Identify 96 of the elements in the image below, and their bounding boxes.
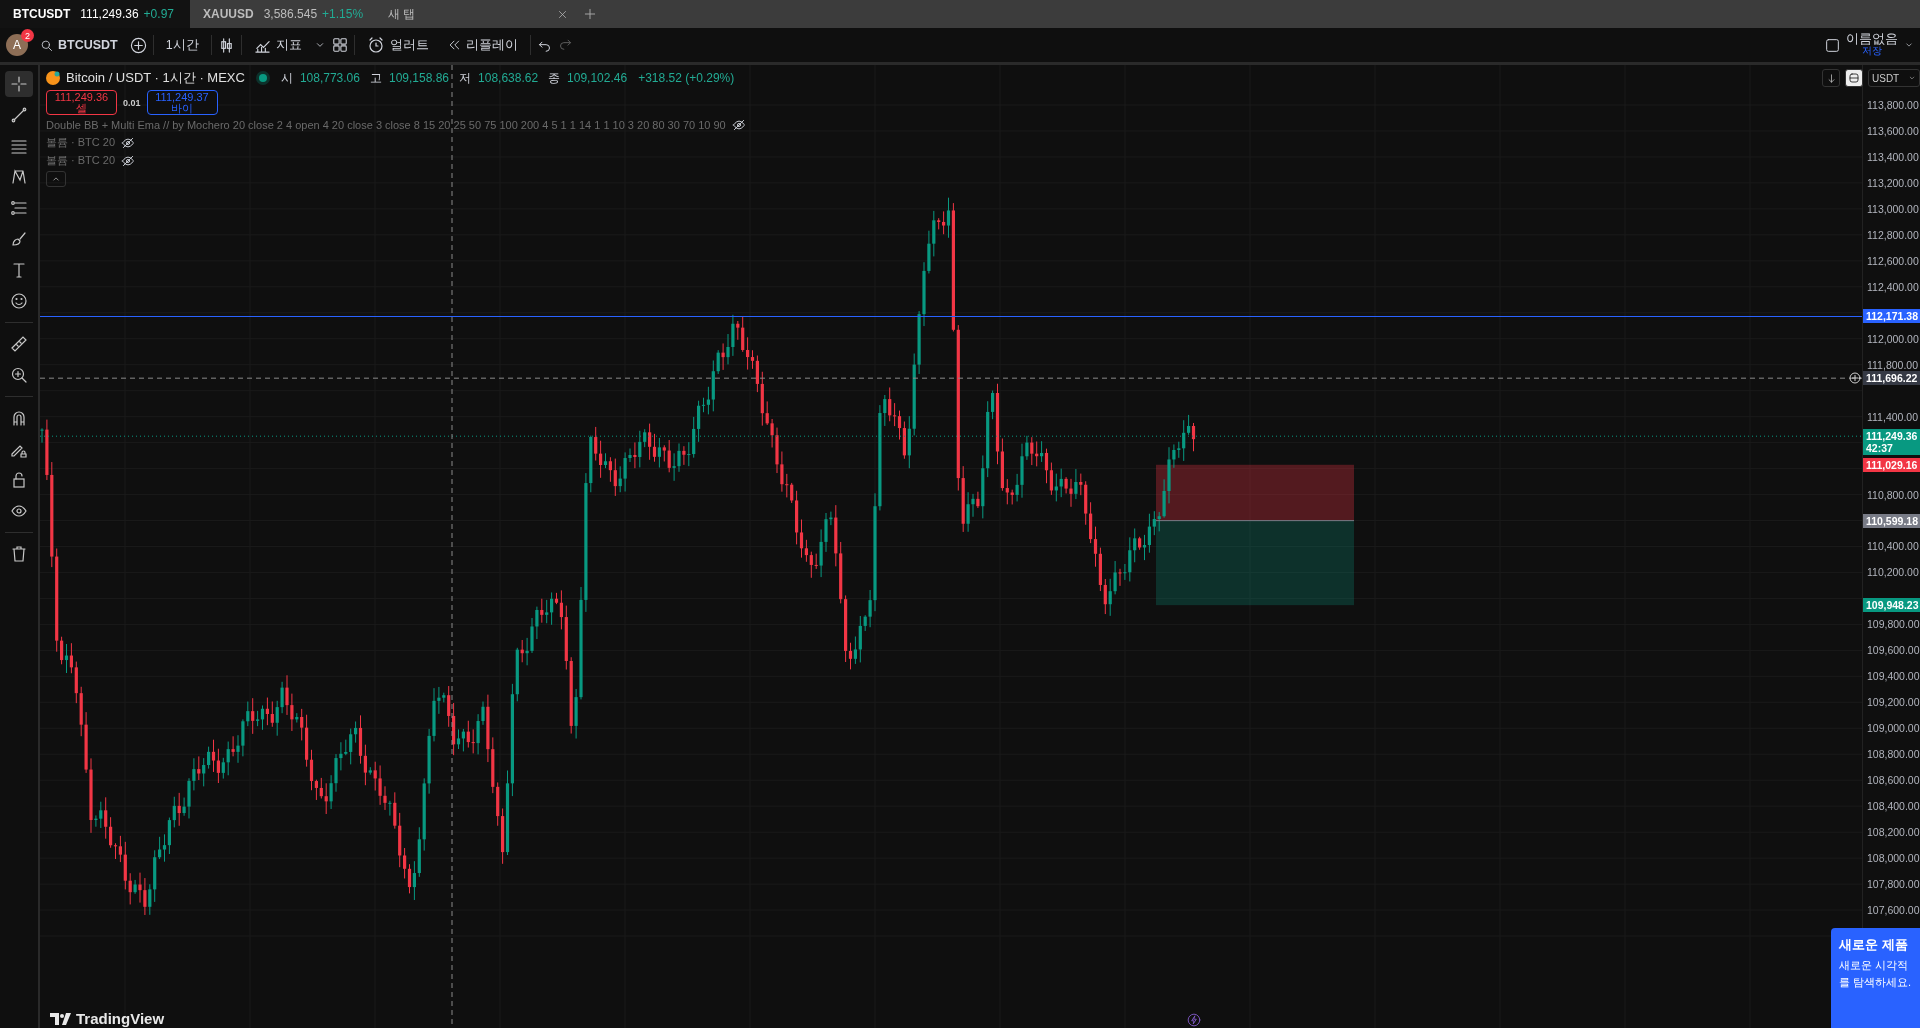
promo-popup[interactable]: 새로운 제품 새로운 시각적 를 탐색하세요. — [1831, 928, 1920, 1028]
indicators-button[interactable]: 지표 — [247, 33, 308, 57]
browser-tab[interactable]: BTCUSDT 111,249.36 +0.97 — [0, 0, 190, 28]
brand-name: TradingView — [76, 1010, 165, 1027]
fib-lines-icon — [10, 199, 28, 217]
price-tick: 112,600.00 — [1867, 254, 1919, 267]
promo-text: 새로운 시각적 — [1839, 958, 1910, 973]
layout-name-button[interactable]: 이름없음 저장 — [1846, 33, 1898, 57]
parallel-lines-icon — [10, 137, 28, 155]
price-tick: 108,600.00 — [1867, 774, 1920, 787]
price-tick: 113,400.00 — [1867, 150, 1919, 163]
brush-icon — [10, 230, 28, 248]
price-tick: 107,600.00 — [1867, 904, 1920, 917]
price-tick: 111,800.00 — [1867, 358, 1918, 371]
price-tick: 113,200.00 — [1867, 176, 1919, 189]
price-label: 111,249.36 42:37 — [1863, 429, 1920, 456]
market-status-dot — [258, 74, 267, 82]
rounded-square-icon — [1848, 72, 1860, 84]
price-tick: 110,200.00 — [1867, 566, 1919, 579]
add-alert-icon — [1849, 372, 1861, 385]
price-label: 110,599.18 — [1863, 513, 1920, 528]
ohlc-label: 고 — [369, 69, 382, 87]
indicator-label[interactable]: Double BB + Multi Ema // by Mochero 20 close 2 4 open 4 20 close 3 close 8 15 20 25 50 75 100 200 4 5 1 1 14 1 1 10 3 20 80 30 70 10 90 — [46, 119, 726, 131]
price-tick: 112,000.00 — [1867, 332, 1919, 345]
bitcoin-icon — [46, 71, 60, 85]
promo-title: 새로운 제품 — [1839, 936, 1909, 954]
price-tick: 109,600.00 — [1867, 644, 1920, 657]
price-tick: 109,200.00 — [1867, 696, 1920, 709]
square-icon — [1825, 37, 1840, 53]
price-tick: 113,800.00 — [1867, 99, 1919, 111]
price-label: 111,029.16 — [1863, 457, 1920, 472]
lock-icon — [10, 471, 28, 489]
price-tick: 113,600.00 — [1867, 124, 1919, 137]
price-tick: 111,400.00 — [1867, 410, 1918, 423]
symbol-search-button[interactable]: BTCUSDT — [34, 35, 124, 55]
alarm-clock-icon — [366, 36, 385, 54]
replay-button[interactable]: 리플레이 — [440, 33, 524, 57]
zoom-in-icon — [10, 366, 28, 384]
price-tick: 109,400.00 — [1867, 670, 1920, 683]
price-tick: 113,000.00 — [1867, 202, 1919, 215]
quantity-text: 0.01 — [123, 97, 141, 108]
alert-button[interactable]: 얼러트 — [360, 33, 435, 57]
price-tick: 112,800.00 — [1867, 228, 1919, 241]
indicator-label[interactable]: 볼륨 · BTC 20 — [46, 153, 116, 168]
price-tick: 108,000.00 — [1867, 852, 1920, 865]
price-label: 112,171.38 — [1863, 309, 1920, 324]
grid-icon — [331, 37, 348, 53]
chevron-up-icon — [51, 174, 61, 184]
indicator-label[interactable]: 볼륨 · BTC 20 — [46, 135, 116, 150]
arrow-down-icon — [1825, 72, 1837, 84]
lightning-icon — [1187, 1013, 1201, 1027]
close-icon — [557, 8, 568, 20]
price-tick: 110,800.00 — [1867, 488, 1919, 501]
eye-off-icon — [121, 153, 136, 168]
pattern-icon — [10, 168, 28, 186]
eye-off-icon — [731, 118, 746, 132]
price-tick: 109,800.00 — [1867, 618, 1920, 631]
currency-dropdown[interactable]: USDT — [1868, 69, 1920, 87]
buy-button[interactable]: 111,249.37 바이 — [146, 90, 218, 115]
ruler-icon — [10, 335, 28, 353]
ohlc-label: 저 — [459, 69, 472, 87]
add-symbol-icon — [129, 36, 147, 54]
price-tick: 108,400.00 — [1867, 800, 1920, 813]
ohlc-label: 시 — [280, 69, 293, 87]
magnet-icon — [10, 409, 28, 427]
eye-off-icon — [121, 135, 136, 150]
price-tick: 108,800.00 — [1867, 748, 1920, 761]
smiley-icon — [10, 292, 28, 310]
eye-icon — [10, 502, 28, 520]
logo-icon — [50, 1012, 72, 1025]
search-icon — [40, 38, 53, 52]
ohlc-value: 108,638.62 — [478, 71, 539, 85]
notification-badge: 2 — [21, 29, 34, 42]
trash-icon — [10, 545, 28, 563]
price-tick: 107,800.00 — [1867, 878, 1920, 891]
interval-button[interactable]: 1시간 — [159, 33, 205, 57]
new-tab-icon — [583, 7, 597, 21]
ohlc-value: 108,773.06 — [299, 71, 360, 85]
caret-icon — [1908, 74, 1916, 82]
sell-button[interactable]: 111,249.36 셀 — [46, 90, 117, 115]
promo-text: 를 탐색하세요. — [1839, 975, 1913, 990]
crosshair-icon — [10, 75, 28, 93]
price-tick: 109,000.00 — [1867, 722, 1920, 735]
ohlc-value: 109,158.86 — [388, 71, 450, 85]
price-tick: 108,200.00 — [1867, 826, 1920, 839]
caret-icon — [1904, 40, 1914, 50]
ohlc-value: 109,102.46 — [567, 71, 628, 85]
toggle-button[interactable] — [1845, 69, 1863, 87]
scroll-down-button[interactable] — [1822, 69, 1840, 87]
price-tick: 110,400.00 — [1867, 540, 1919, 553]
price-tick: 112,400.00 — [1867, 280, 1919, 293]
trend-line-icon — [10, 106, 28, 124]
price-change: +318.52 (+0.29%) — [638, 71, 735, 85]
price-label: 109,948.23 — [1863, 598, 1920, 613]
ohlc-label: 종 — [548, 69, 561, 87]
symbol-title: Bitcoin / USDT · 1시간 · MEXC — [66, 69, 245, 87]
